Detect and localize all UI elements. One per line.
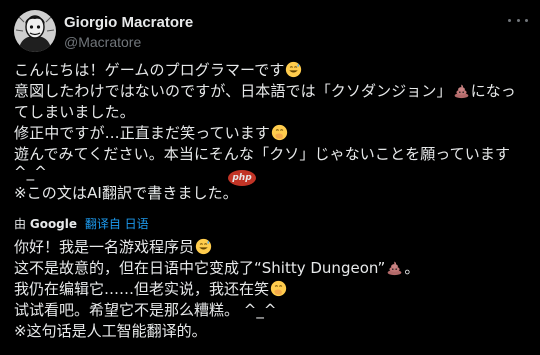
dot-icon	[508, 18, 511, 22]
translation-source-link[interactable]: 翻译自 日语	[85, 217, 149, 231]
translation-bar: 由 Google 翻译自 日语	[14, 216, 149, 232]
text-line: 修正中ですが…正直まだ笑っています	[14, 123, 530, 144]
author-names: Giorgio Macratore @Macratore	[64, 14, 193, 51]
text-line: 意図したわけではないのですが、日本語では「クソダンジョン」 になっ	[14, 82, 516, 100]
text-line: ^_^	[14, 163, 47, 181]
php-watermark: php	[228, 170, 256, 186]
poop-emoji	[454, 84, 468, 99]
more-options-button[interactable]	[508, 12, 528, 28]
text-line: 遊んでみてください。本当にそんな「クソ」じゃないことを願っています	[14, 145, 511, 163]
translation-provider: Google	[29, 217, 78, 231]
text-line: 这不是故意的，但在日语中它变成了“Shitty Dungeon”。	[14, 259, 420, 277]
translation-prefix: 由	[14, 217, 27, 231]
hand-over-mouth-emoji	[270, 280, 287, 297]
author-handle[interactable]: @Macratore	[64, 33, 193, 51]
translated-text: 你好！我是一名游戏程序员 这不是故意的，但在日语中它变成了“Shitty Dun…	[14, 237, 530, 342]
text-line: ※この文はAI翻訳で書きました。	[14, 184, 238, 202]
tweet-text: こんにちは！ゲームのプログラマーです 意図したわけではないのですが、日本語では「…	[14, 60, 530, 204]
tweet-header: Giorgio Macratore @Macratore	[14, 4, 534, 56]
author-name[interactable]: Giorgio Macratore	[64, 14, 193, 32]
grin-sweat-emoji	[195, 238, 212, 255]
avatar[interactable]	[14, 10, 56, 52]
dot-icon	[525, 18, 528, 22]
text-line: ※这句话是人工智能翻译的。	[14, 322, 207, 340]
tweet: Giorgio Macratore @Macratore こんにちは！ゲームのプ…	[0, 0, 540, 355]
hand-over-mouth-emoji	[271, 124, 288, 141]
grin-sweat-emoji	[286, 61, 302, 78]
poop-emoji	[388, 261, 402, 276]
text-line: こんにちは！ゲームのプログラマーです	[14, 60, 530, 81]
text-line: 你好！我是一名游戏程序员	[14, 237, 530, 258]
text-line: てしまいました。	[14, 103, 135, 121]
text-line: 我仍在编辑它……但老实说，我还在笑	[14, 279, 530, 300]
dot-icon	[516, 18, 520, 22]
text-line: 试试看吧。希望它不是那么糟糕。 ^_^	[14, 301, 277, 319]
